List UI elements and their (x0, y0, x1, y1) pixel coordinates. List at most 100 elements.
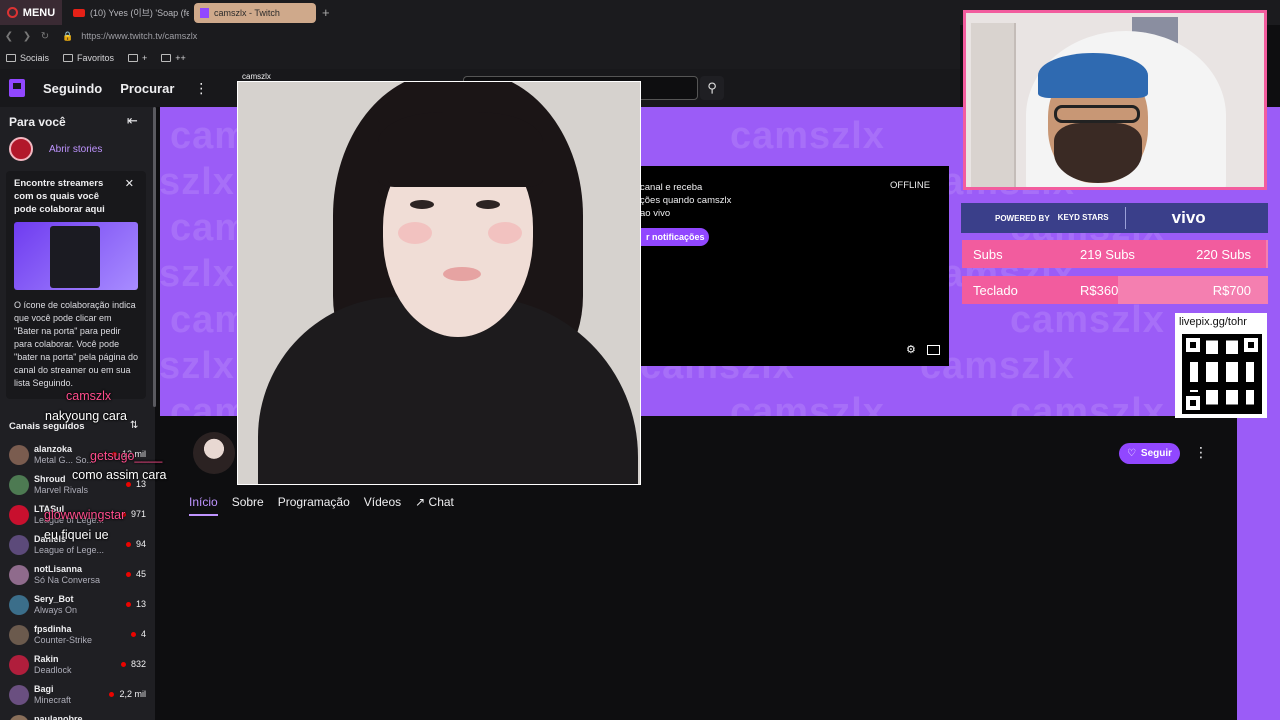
tab-chat[interactable]: ↗ Chat (415, 495, 454, 516)
heart-icon: ♡ (1126, 448, 1136, 459)
stories-row[interactable]: Abrir stories (9, 137, 102, 161)
more-menu-icon[interactable]: ⋮ (194, 80, 208, 97)
sidebar-channel-row[interactable]: fpsdinha Counter-Strike 4 (9, 622, 149, 650)
sidebar-channel-row[interactable]: paulanobre280 (9, 712, 149, 720)
channel-avatar[interactable] (193, 432, 235, 474)
close-icon[interactable]: ✕ (125, 177, 134, 190)
avatar (9, 505, 29, 525)
tab-chat-label: Chat (428, 495, 454, 509)
browser-tab-twitch[interactable]: camszlx - Twitch (194, 2, 316, 23)
webcam-shelf (971, 23, 1016, 187)
avatar (9, 625, 29, 645)
viewer-count: 94 (126, 539, 146, 549)
tab-schedule[interactable]: Programação (278, 495, 350, 516)
photo-cheek (398, 222, 432, 244)
goal-current: 219 Subs (1080, 246, 1135, 262)
sort-icon[interactable]: ⇅ (130, 420, 138, 431)
bookmark-folder[interactable]: Sociais (6, 53, 49, 63)
avatar (9, 685, 29, 705)
viewer-count: 832 (121, 659, 146, 669)
address-bar: ❮ ❯ ↻ 🔒 https://www.twitch.tv/camszlx (0, 25, 960, 47)
photo-overlay (237, 81, 641, 485)
channel-name: fpsdinha (34, 624, 72, 634)
photo-eye (410, 200, 434, 209)
livepix-box: livepix.gg/tohr (1175, 313, 1267, 418)
sidebar-channel-row[interactable]: Rakin Deadlock 832 (9, 652, 149, 680)
offline-player[interactable]: canal e receba ções quando camszlx ao vi… (640, 166, 949, 366)
opera-logo-icon (6, 7, 18, 18)
avatar (9, 535, 29, 555)
sidebar-channel-row[interactable]: Bagi Minecraft 2,2 mil (9, 682, 149, 710)
sponsor-divider (1124, 207, 1126, 229)
folder-icon (161, 54, 172, 62)
bookmarks-bar: Sociais Favoritos + ++ (0, 47, 960, 69)
offline-line: ções quando camszlx (640, 195, 732, 206)
photo-bangs (378, 112, 543, 187)
banner-watermark-text: camszlx (160, 345, 235, 387)
goal-label: Subs (973, 246, 1003, 262)
channel-game: Always On (34, 605, 78, 615)
settings-gear-icon[interactable]: ⚙ (906, 343, 916, 356)
keyboard-goal-bar: Teclado R$360 R$700 (962, 276, 1268, 304)
nav-browse[interactable]: Procurar (120, 81, 174, 96)
viewer-count: 13 (126, 599, 146, 609)
avatar (9, 475, 29, 495)
photo-eye (476, 200, 500, 209)
webcam-glasses (1054, 105, 1140, 123)
channel-more-icon[interactable]: ⋮ (1194, 444, 1208, 461)
webcam-overlay (963, 10, 1267, 190)
forward-icon[interactable]: ❯ (18, 31, 36, 42)
qr-finder (1240, 334, 1262, 356)
channel-name: alanzoka (34, 444, 73, 454)
keyd-stars-logo: KEYD STARS (1057, 213, 1109, 222)
sidebar-channel-row[interactable]: notLisanna Só Na Conversa 45 (9, 562, 149, 590)
search-icon[interactable]: ⚲ (700, 76, 724, 100)
goal-label: Teclado (973, 282, 1018, 298)
banner-watermark-text: camszlx (160, 253, 235, 295)
vivo-logo: vivo (1171, 208, 1206, 227)
stories-link[interactable]: Abrir stories (49, 144, 102, 155)
tab-home[interactable]: Início (189, 495, 218, 516)
sidebar-scrollbar[interactable] (153, 107, 156, 407)
powered-by-label: POWERED BY (995, 213, 1050, 223)
chat-username: getsugo____ (90, 449, 163, 463)
chat-message: nakyoung cara (45, 409, 128, 423)
theatre-mode-icon[interactable] (927, 345, 940, 355)
livepix-url: livepix.gg/tohr (1179, 316, 1247, 328)
tab-videos[interactable]: Vídeos (364, 495, 401, 516)
folder-icon (6, 54, 16, 62)
reload-icon[interactable]: ↻ (36, 31, 54, 42)
banner-watermark-text: camszlx (160, 161, 235, 203)
back-icon[interactable]: ❮ (0, 31, 18, 42)
nav-following[interactable]: Seguindo (43, 81, 102, 96)
webcam-cap (1038, 53, 1148, 98)
promo-title: Encontre streamers com os quais você pod… (14, 178, 105, 215)
new-tab-button[interactable]: + (322, 5, 330, 20)
viewer-count: 4 (131, 629, 146, 639)
chat-message: eu fiquei ue (44, 528, 109, 542)
photo-overlay-label: camszlx (242, 72, 271, 81)
twitch-logo-icon[interactable] (9, 79, 25, 97)
folder-icon (63, 54, 74, 62)
viewer-count: 2,2 mil (109, 689, 146, 699)
url-field[interactable]: https://www.twitch.tv/camszlx (81, 31, 197, 41)
follow-button[interactable]: ♡ Seguir (1119, 443, 1180, 464)
browser-tab-youtube[interactable]: (10) Yves (이브) 'Soap (fe (67, 3, 189, 23)
offline-line: ao vivo (640, 208, 671, 219)
stories-avatar (9, 137, 33, 161)
bookmark-folder[interactable]: + (128, 53, 147, 63)
enable-notifications-button[interactable]: r notificações (640, 228, 709, 246)
avatar (9, 565, 29, 585)
chat-username: camszlx (66, 389, 112, 403)
browser-menu-button[interactable]: MENU (0, 0, 62, 25)
photo-cheek (488, 222, 522, 244)
sidebar-channel-row[interactable]: Sery_Bot Always On 13 (9, 592, 149, 620)
collapse-sidebar-icon[interactable]: ⇤ (127, 113, 138, 129)
subs-goal-bar: Subs 219 Subs 220 Subs (962, 240, 1268, 268)
bookmark-folder[interactable]: Favoritos (63, 53, 114, 63)
channel-tabs: Início Sobre Programação Vídeos ↗ Chat (189, 495, 454, 516)
goal-remaining (1266, 240, 1268, 268)
tab-about[interactable]: Sobre (232, 495, 264, 516)
avatar (9, 655, 29, 675)
bookmark-folder[interactable]: ++ (161, 53, 186, 63)
